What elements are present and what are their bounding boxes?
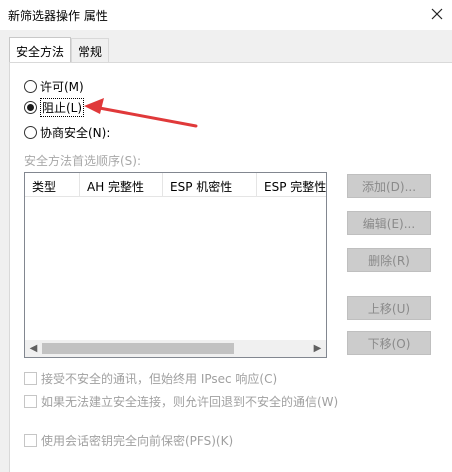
radio-permit[interactable]: 许可(M) [24, 77, 84, 95]
radio-circle[interactable] [24, 125, 37, 139]
edit-button[interactable]: 编辑(E)... [347, 211, 431, 235]
column-header-esp-integrity[interactable]: ESP 完整性 [257, 173, 326, 197]
list-header: 类型 AH 完整性 ESP 机密性 ESP 完整性 [25, 173, 326, 197]
checkbox-allow-fallback[interactable]: 如果无法建立安全连接，则允许回退到不安全的通信(W) [24, 392, 338, 410]
column-header-esp-confidentiality[interactable]: ESP 机密性 [163, 173, 232, 197]
radio-circle-checked[interactable] [24, 100, 37, 114]
scrollbar-thumb[interactable] [42, 343, 234, 354]
tab-general[interactable]: 常规 [71, 38, 110, 62]
radio-block-label: 阻止(L) [40, 97, 85, 117]
tab-label: 常规 [78, 45, 103, 59]
close-button[interactable] [422, 0, 452, 30]
checkbox-box[interactable] [24, 394, 37, 408]
add-button[interactable]: 添加(D)... [347, 174, 431, 198]
move-down-button[interactable]: 下移(O) [347, 331, 431, 355]
title-bar: 新筛选器操作 属性 [0, 0, 452, 30]
column-header-ah-integrity[interactable]: AH 完整性 [80, 173, 144, 197]
radio-permit-label: 许可(M) [40, 79, 84, 94]
checkbox-box[interactable] [24, 371, 37, 385]
checkbox-label: 接受不安全的通讯，但始终用 IPsec 响应(C) [41, 371, 278, 386]
tab-label: 安全方法 [16, 45, 65, 59]
checkbox-label: 如果无法建立安全连接，则允许回退到不安全的通信(W) [41, 394, 339, 409]
scroll-left-icon[interactable]: ◀ [25, 340, 42, 357]
checkbox-accept-unsecured[interactable]: 接受不安全的通讯，但始终用 IPsec 响应(C) [24, 369, 277, 387]
annotation-arrow-icon [84, 98, 198, 128]
checkbox-pfs[interactable]: 使用会话密钥完全向前保密(PFS)(K) [24, 431, 233, 449]
remove-button[interactable]: 删除(R) [347, 248, 431, 272]
radio-block[interactable]: 阻止(L) [24, 97, 85, 117]
radio-circle[interactable] [24, 79, 37, 93]
security-methods-list[interactable]: 类型 AH 完整性 ESP 机密性 ESP 完整性 ◀ ▶ [24, 172, 327, 358]
close-icon [431, 8, 443, 20]
column-header-type[interactable]: 类型 [25, 173, 56, 197]
window-title: 新筛选器操作 属性 [8, 9, 108, 23]
move-up-button[interactable]: 上移(U) [347, 296, 431, 320]
tab-security-methods[interactable]: 安全方法 [9, 37, 72, 62]
scroll-right-icon[interactable]: ▶ [309, 340, 326, 357]
method-order-label: 安全方法首选顺序(S): [24, 154, 142, 168]
checkbox-label: 使用会话密钥完全向前保密(PFS)(K) [41, 433, 234, 448]
checkbox-box[interactable] [24, 433, 37, 447]
horizontal-scrollbar[interactable]: ◀ ▶ [25, 340, 326, 357]
